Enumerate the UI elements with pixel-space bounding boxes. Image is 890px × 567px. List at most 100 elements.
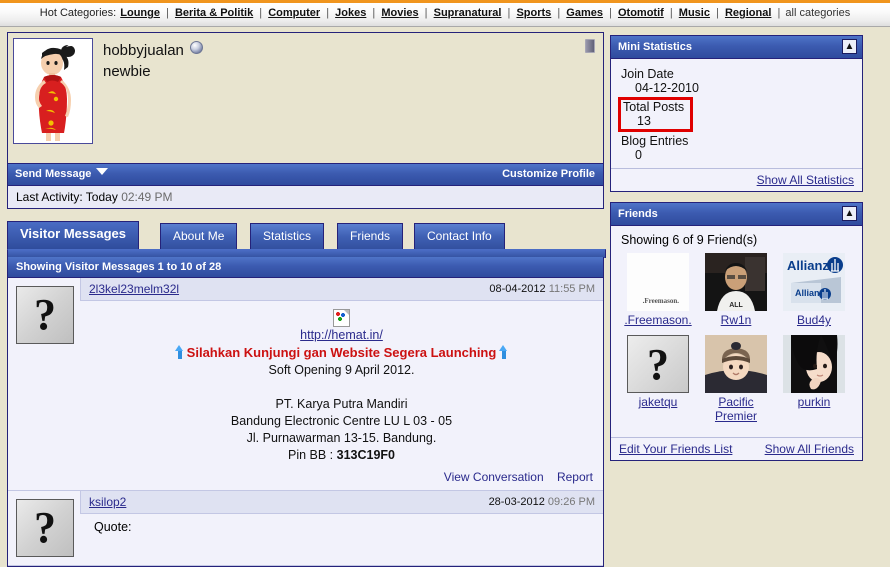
- collapse-icon[interactable]: ▲: [842, 39, 857, 54]
- mini-statistics-footer: Show All Statistics: [611, 168, 862, 191]
- right-column: Mini Statistics ▲ Join Date 04-12-2010 T…: [610, 35, 863, 471]
- tab-visitor-messages[interactable]: Visitor Messages: [7, 221, 139, 249]
- friend-thumbnail[interactable]: ALL: [705, 253, 767, 311]
- message-headline: Silahkan Kunjungi gan Website Segera Lau…: [186, 345, 497, 360]
- message-header: ksilop2 28-03-2012 09:26 PM: [80, 491, 603, 514]
- avatar[interactable]: [13, 38, 93, 144]
- hot-category-link-movies[interactable]: Movies: [381, 7, 418, 19]
- hot-category-link-jokes[interactable]: Jokes: [335, 7, 366, 19]
- edit-friends-list-link[interactable]: Edit Your Friends List: [619, 442, 732, 456]
- mini-statistics-body: Join Date 04-12-2010 Total Posts 13 Blog…: [611, 59, 862, 168]
- blue-up-arrow-icon: [499, 345, 508, 359]
- baby-photo-thumb-icon: [705, 335, 767, 393]
- online-status-ball-icon: [189, 41, 203, 54]
- question-mark-avatar-icon[interactable]: ?: [16, 286, 74, 344]
- hot-category-link-otomotif[interactable]: Otomotif: [618, 7, 664, 19]
- visitor-message-item: ? ksilop2 28-03-2012 09:26 PM Quote:: [8, 491, 603, 566]
- left-column: hobbyjualan newbie Send Message Customiz…: [7, 32, 606, 567]
- friend-name-link[interactable]: jaketqu: [639, 395, 678, 409]
- customize-profile-link[interactable]: Customize Profile: [502, 167, 595, 182]
- hot-category-link-sports[interactable]: Sports: [516, 7, 551, 19]
- tab-statistics[interactable]: Statistics: [250, 223, 325, 249]
- message-actions: View Conversation Report: [80, 468, 603, 490]
- friends-header: Friends ▲: [611, 203, 862, 226]
- message-body: ksilop2 28-03-2012 09:26 PM Quote:: [80, 491, 603, 565]
- profile-tabs: Visitor Messages About Me Statistics Fri…: [7, 221, 606, 567]
- profile-username: hobbyjualan: [103, 42, 184, 59]
- friend-name-link[interactable]: purkin: [798, 395, 831, 409]
- hot-categories-links: Lounge | Berita & Politik | Computer | J…: [119, 7, 850, 19]
- separator: |: [162, 7, 172, 19]
- mini-statistics-title: Mini Statistics: [618, 41, 692, 53]
- collapse-icon[interactable]: ▲: [842, 206, 857, 221]
- message-body: 2l3kel23melm32l 08-04-2012 11:55 PM http…: [80, 278, 603, 490]
- hot-category-link-computer[interactable]: Computer: [268, 7, 320, 19]
- visitor-message-item: ? 2l3kel23melm32l 08-04-2012 11:55 PM ht…: [8, 278, 603, 491]
- chevron-down-icon: [96, 168, 109, 175]
- profile-usertitle: newbie: [103, 63, 151, 80]
- stat-row-join-date: Join Date 04-12-2010: [621, 67, 852, 95]
- tab-about-me[interactable]: About Me: [160, 223, 238, 249]
- separator: |: [369, 7, 379, 19]
- separator: |: [554, 7, 564, 19]
- separator: |: [774, 7, 784, 19]
- visitor-messages-panel: Showing Visitor Messages 1 to 10 of 28 ?…: [7, 257, 604, 567]
- hot-category-link-supranatural[interactable]: Supranatural: [434, 7, 502, 19]
- question-mark-avatar-icon[interactable]: ?: [16, 499, 74, 557]
- hot-category-link-games[interactable]: Games: [566, 7, 603, 19]
- freemason-logo-thumb-icon: .Freemason.: [627, 253, 689, 311]
- show-all-friends-link[interactable]: Show All Friends: [765, 442, 854, 456]
- message-header: 2l3kel23melm32l 08-04-2012 11:55 PM: [80, 278, 603, 301]
- tab-contact-info[interactable]: Contact Info: [414, 223, 505, 249]
- stat-value: 0: [635, 148, 642, 162]
- friend-thumbnail[interactable]: .Freemason.: [627, 253, 689, 311]
- friend-thumbnail[interactable]: [705, 335, 767, 393]
- report-link[interactable]: Report: [557, 470, 593, 484]
- friends-count-text: Showing 6 of 9 Friend(s): [621, 233, 758, 247]
- hot-category-link-berita-politik[interactable]: Berita & Politik: [175, 7, 253, 19]
- separator: |: [504, 7, 514, 19]
- friend-name-link[interactable]: Pacific Premier: [697, 395, 775, 423]
- friend-thumbnail[interactable]: ?: [627, 335, 689, 393]
- svg-text:Allianz: Allianz: [787, 258, 829, 273]
- hot-category-link-regional[interactable]: Regional: [725, 7, 771, 19]
- send-message-button[interactable]: Send Message: [15, 168, 109, 180]
- separator: |: [421, 7, 431, 19]
- hot-category-link-lounge[interactable]: Lounge: [120, 7, 160, 19]
- last-activity-time: 02:49 PM: [121, 190, 173, 204]
- last-activity-label: Last Activity: Today: [16, 190, 118, 204]
- friend-thumbnail[interactable]: [783, 335, 845, 393]
- top-navigation-bar: Hot Categories: Lounge | Berita & Politi…: [0, 0, 890, 27]
- all-categories-link[interactable]: all categories: [785, 7, 850, 19]
- message-author-link[interactable]: 2l3kel23melm32l: [89, 282, 179, 296]
- profile-action-bar: Send Message Customize Profile: [7, 164, 604, 186]
- friend-name-link[interactable]: Bud4y: [797, 313, 831, 327]
- hot-categories-label: Hot Categories:: [39, 7, 117, 19]
- tab-friends[interactable]: Friends: [337, 223, 404, 249]
- last-activity-row: Last Activity: Today 02:49 PM: [7, 186, 604, 209]
- view-conversation-link[interactable]: View Conversation: [444, 470, 544, 484]
- svg-text:ALL: ALL: [729, 302, 743, 309]
- message-text: http://hemat.in/ Silahkan Kunjungi gan W…: [80, 301, 603, 468]
- message-author-link[interactable]: ksilop2: [89, 495, 126, 509]
- friends-grid: .Freemason. .Freemason. ALL Rw1n Allianz…: [611, 249, 862, 437]
- stat-label: Join Date: [621, 67, 674, 81]
- friend-name-link[interactable]: Rw1n: [721, 313, 752, 327]
- blue-up-arrow-icon: [174, 345, 184, 359]
- girl-photo-thumb-icon: [783, 335, 845, 393]
- message-external-link[interactable]: http://hemat.in/: [300, 328, 383, 342]
- profile-header-box: hobbyjualan newbie: [7, 32, 604, 164]
- message-line-3: Bandung Electronic Centre LU L 03 - 05: [230, 414, 453, 428]
- friend-thumbnail[interactable]: Allianz Allianz: [783, 253, 845, 311]
- hot-categories-nav: Hot Categories: Lounge | Berita & Politi…: [0, 7, 890, 19]
- friend-item: Pacific Premier: [697, 335, 775, 423]
- message-avatar-cell: ?: [8, 278, 80, 490]
- friends-footer: Edit Your Friends List Show All Friends: [611, 437, 862, 460]
- profile-corner-icon[interactable]: [585, 39, 595, 53]
- show-all-statistics-link[interactable]: Show All Statistics: [757, 173, 854, 187]
- friend-name-link[interactable]: .Freemason.: [624, 313, 691, 327]
- friends-title: Friends: [618, 208, 658, 220]
- hot-category-link-music[interactable]: Music: [679, 7, 710, 19]
- separator: |: [323, 7, 333, 19]
- mini-statistics-panel: Mini Statistics ▲ Join Date 04-12-2010 T…: [610, 35, 863, 192]
